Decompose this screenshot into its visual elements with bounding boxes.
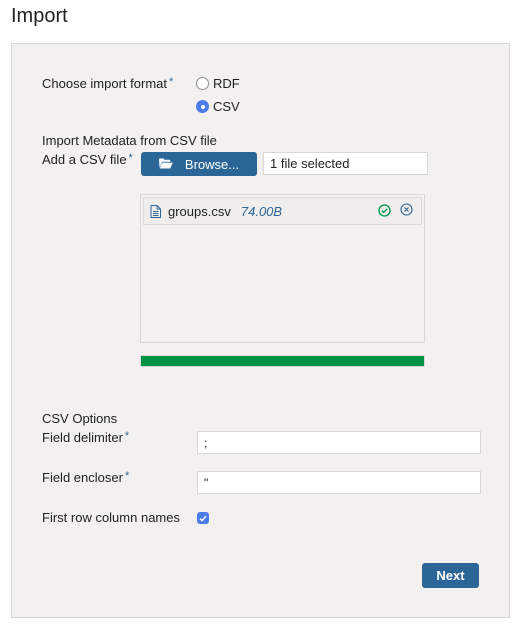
required-mark: * [124,470,130,482]
radio-csv[interactable]: CSV [196,99,240,114]
folder-open-icon [158,157,173,172]
field-delimiter-label-text: Field delimiter [42,430,123,445]
csv-options-label: CSV Options [42,411,118,426]
file-size: 74.00B [240,203,283,219]
file-selected-field[interactable]: 1 file selected [263,152,428,175]
radio-rdf-control[interactable] [196,77,209,90]
metadata-section-label: Import Metadata from CSV file [42,133,217,148]
add-csv-file-label-text: Add a CSV file [42,152,127,167]
upload-progress-bar [140,355,425,367]
field-encloser-label: Field encloser * [42,470,129,485]
page-title: Import [11,5,68,27]
radio-csv-control[interactable] [196,100,209,113]
radio-rdf[interactable]: RDF [196,76,240,91]
upload-progress-fill [141,356,424,366]
field-delimiter-input[interactable] [197,431,481,454]
field-encloser-label-text: Field encloser [42,470,123,485]
required-mark: * [128,152,133,164]
browse-button[interactable]: Browse... [141,152,257,176]
add-csv-file-label: Add a CSV file * [42,152,133,167]
browse-button-label: Browse... [184,156,240,172]
checkmark-icon [199,515,207,522]
radio-rdf-label: RDF [213,76,240,91]
import-format-label-text: Choose import format [42,76,167,91]
close-circle-icon[interactable] [400,203,413,219]
first-row-column-names-label: First row column names [42,510,180,525]
import-format-label: Choose import format * [42,76,173,91]
file-list-item: groups.csv 74.00B [143,197,422,225]
file-name: groups.csv [168,203,231,219]
first-row-column-names-checkbox[interactable] [197,512,209,524]
field-delimiter-label: Field delimiter * [42,430,129,445]
required-mark: * [169,76,174,88]
next-button[interactable]: Next [422,563,479,588]
radio-csv-label: CSV [213,99,240,114]
field-encloser-input[interactable] [197,471,481,494]
import-form-panel: Choose import format * RDF CSV Import Met… [11,43,510,618]
file-text-icon [150,204,161,218]
file-dropzone[interactable]: groups.csv 74.00B [140,194,425,343]
required-mark: * [124,430,130,442]
check-circle-icon [378,204,391,220]
